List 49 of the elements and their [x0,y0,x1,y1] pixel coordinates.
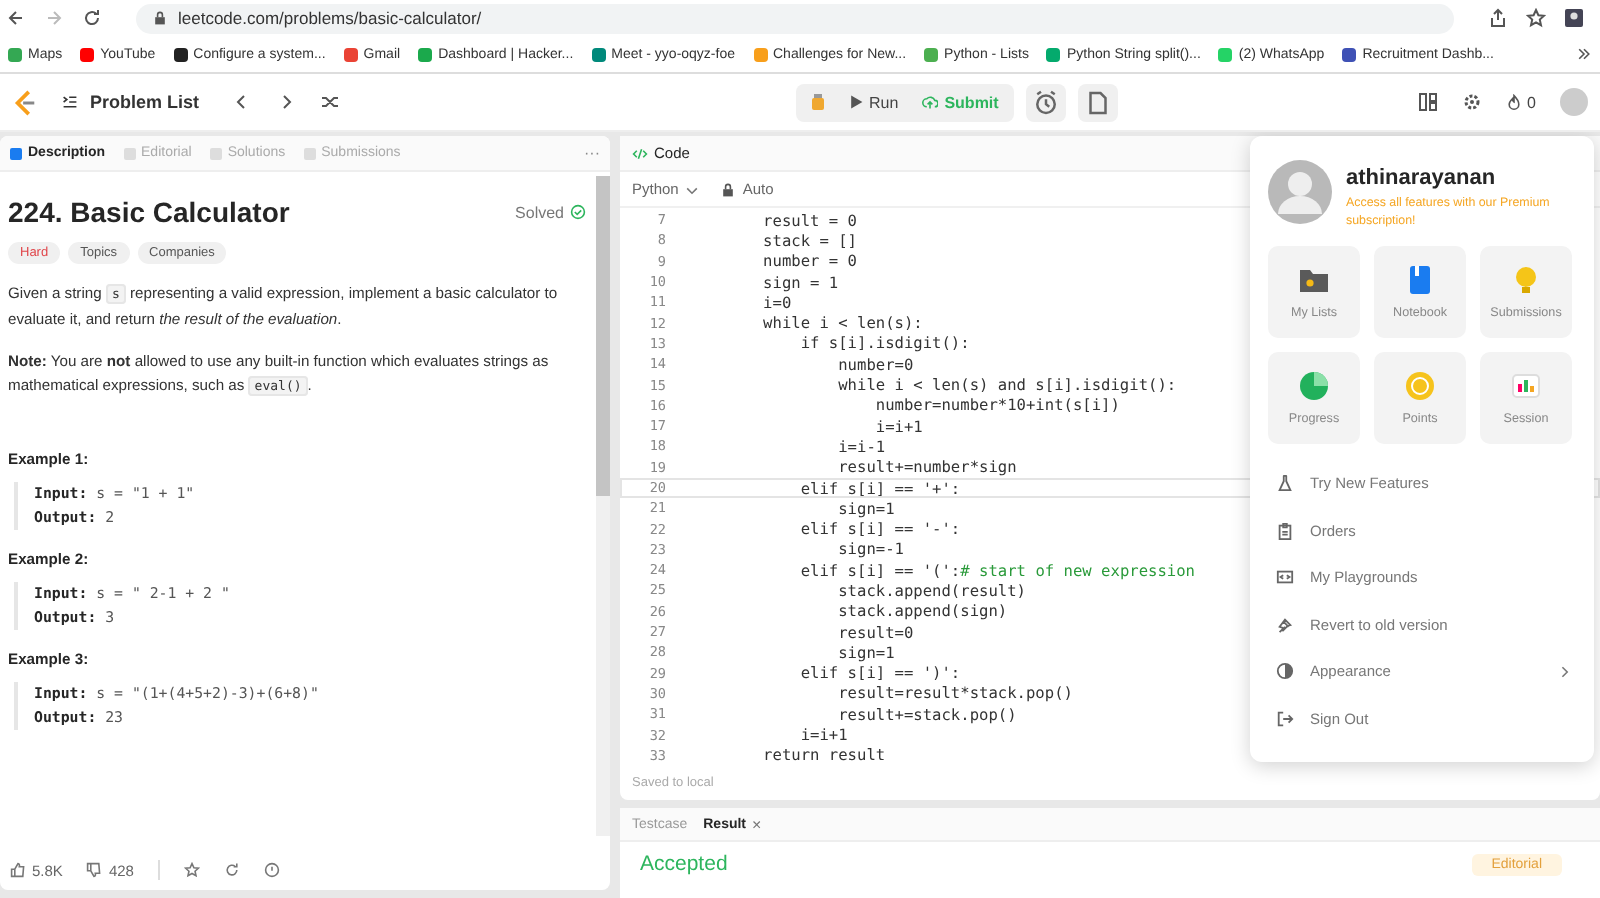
note-icon[interactable] [1078,83,1119,121]
streak-counter[interactable]: 0 [1505,93,1536,111]
folder-icon [1298,264,1330,296]
star-icon[interactable] [1526,8,1546,28]
settings-icon[interactable] [1461,92,1482,112]
bulb-icon [1510,264,1542,296]
avatar-icon [1268,160,1332,224]
play-icon [847,94,864,110]
upload-icon [922,94,939,110]
problem-list-link[interactable]: Problem List [62,92,200,112]
clipboard-icon [1276,521,1294,540]
star-icon[interactable] [183,862,200,878]
scrollbar-thumb[interactable] [596,176,610,496]
url-text: leetcode.com/problems/basic-calculator/ [178,8,482,28]
list-icon [62,94,78,110]
more-button[interactable]: ··· [584,144,600,162]
lock-icon [152,10,168,26]
logo-icon[interactable] [12,89,38,115]
monitor-icon [1276,568,1294,587]
coin-icon [1404,370,1436,402]
check-circle-icon [570,204,586,220]
thumbs-down-icon [86,862,103,878]
progress-icon [1298,370,1330,402]
reload-icon[interactable] [82,8,102,28]
username: athinarayanan [1346,166,1498,190]
close-icon[interactable]: × [752,815,762,834]
profile-icon[interactable] [1564,8,1584,28]
chart-icon [1510,370,1542,402]
code-icon [632,145,648,161]
chevron-icon [1556,663,1572,680]
thumbs-up-icon [10,862,26,878]
layout-icon[interactable] [1417,92,1438,112]
flame-icon [1505,94,1522,110]
run-button[interactable]: Run [837,93,909,111]
verdict-text: Accepted [640,852,728,877]
sign-out-icon [1276,709,1294,728]
address-bar[interactable]: leetcode.com/problems/basic-calculator/ [136,3,1454,33]
solved-status: Solved [515,203,586,221]
problem-title: 224. Basic Calculator [8,196,290,228]
lock-icon [720,181,737,197]
flask-icon [1276,474,1294,493]
back-icon[interactable] [6,8,26,28]
help-icon[interactable] [263,862,280,878]
shuffle-icon[interactable] [319,92,340,112]
pin-icon [1276,615,1294,634]
half-circle-icon [1276,662,1294,681]
chevron-icon[interactable] [1576,46,1592,62]
alarm-icon[interactable] [1026,83,1067,121]
notebook-icon [1404,264,1436,296]
